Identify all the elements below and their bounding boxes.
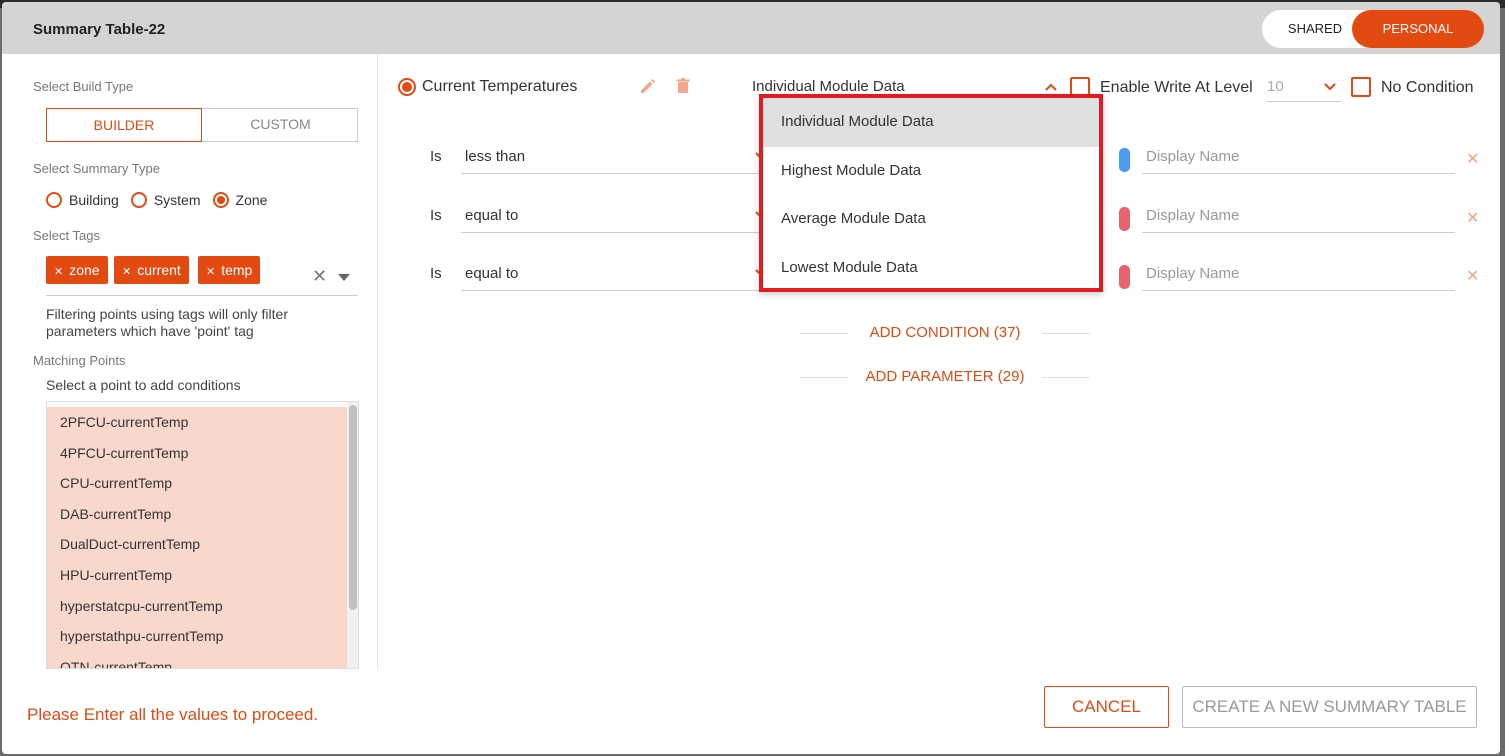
left-panel: Select Build Type BUILDER CUSTOM Select …: [2, 54, 378, 669]
matching-points-hint: Select a point to add conditions: [46, 377, 241, 393]
list-item[interactable]: OTN-currentTemp: [47, 652, 347, 668]
summary-type-radios: Building System Zone: [46, 192, 279, 208]
scrollbar[interactable]: [347, 402, 358, 668]
delete-condition-icon[interactable]: ✕: [1466, 266, 1479, 286]
no-condition-checkbox[interactable]: [1351, 77, 1371, 97]
condition-operator-select[interactable]: equal to: [461, 207, 767, 233]
add-condition-button[interactable]: ADD CONDITION (37): [800, 324, 1090, 341]
enable-write-label: Enable Write At Level: [1100, 79, 1253, 96]
scope-toggle: SHARED PERSONAL: [1262, 10, 1484, 48]
display-name-input[interactable]: Display Name: [1142, 148, 1455, 174]
personal-toggle-button[interactable]: PERSONAL: [1352, 10, 1484, 48]
pencil-icon[interactable]: [638, 76, 658, 101]
radio-building[interactable]: Building: [46, 192, 119, 208]
build-type-label: Select Build Type: [33, 79, 134, 94]
add-parameter-row: ADD PARAMETER (29): [800, 367, 1090, 387]
cancel-button[interactable]: CANCEL: [1044, 686, 1169, 728]
list-item[interactable]: 4PFCU-currentTemp: [47, 438, 347, 469]
condition-operator-value: equal to: [465, 265, 519, 282]
validation-error-message: Please Enter all the values to proceed.: [27, 705, 319, 724]
chevron-down-icon[interactable]: [1323, 80, 1337, 97]
write-level-value: 10: [1267, 78, 1284, 95]
radio-label: Building: [69, 192, 119, 208]
module-data-value: Individual Module Data: [752, 78, 905, 95]
build-type-toggle: BUILDER CUSTOM: [46, 108, 358, 142]
delete-condition-icon[interactable]: ✕: [1466, 149, 1479, 169]
condition-color-swatch[interactable]: [1119, 207, 1130, 231]
condition-row: Is equal to Display Name ✕: [2, 265, 1500, 305]
list-item[interactable]: hyperstathpu-currentTemp: [47, 621, 347, 652]
list-item[interactable]: HPU-currentTemp: [47, 560, 347, 591]
write-level-select[interactable]: 10: [1267, 78, 1341, 102]
display-name-input[interactable]: Display Name: [1142, 207, 1455, 233]
summary-table-dialog: Summary Table-22 SHARED PERSONAL Select …: [2, 2, 1500, 754]
condition-is-label: Is: [430, 265, 442, 282]
condition-color-swatch[interactable]: [1119, 148, 1130, 172]
custom-button[interactable]: CUSTOM: [203, 108, 358, 142]
condition-color-swatch[interactable]: [1119, 265, 1130, 289]
tag-filter-note: Filtering points using tags will only fi…: [46, 306, 288, 339]
shared-toggle-button[interactable]: SHARED: [1276, 10, 1354, 48]
add-condition-row: ADD CONDITION (37): [800, 323, 1090, 343]
condition-operator-value: less than: [465, 148, 526, 165]
dropdown-option-individual[interactable]: Individual Module Data: [763, 98, 1099, 147]
radio-zone[interactable]: Zone: [212, 192, 268, 208]
condition-row: Is less than Display Name ✕: [2, 148, 1500, 188]
module-data-dropdown: Individual Module Data Highest Module Da…: [759, 94, 1103, 292]
condition-operator-select[interactable]: less than: [461, 148, 767, 174]
list-item[interactable]: 2PFCU-currentTemp: [47, 407, 347, 438]
list-item[interactable]: hyperstatcpu-currentTemp: [47, 591, 347, 622]
radio-label: Zone: [235, 192, 268, 208]
dropdown-option-highest[interactable]: Highest Module Data: [763, 147, 1099, 196]
points-list-items: 2PFCU-currentTemp 4PFCU-currentTemp CPU-cu…: [47, 407, 347, 668]
no-condition-label: No Condition: [1381, 79, 1474, 96]
matching-points-label: Matching Points: [33, 353, 126, 368]
condition-operator-select[interactable]: equal to: [461, 265, 767, 291]
condition-row: Is equal to Display Name ✕: [2, 207, 1500, 247]
radio-label: System: [153, 192, 201, 208]
radio-circle-icon[interactable]: [46, 192, 62, 208]
dropdown-option-average[interactable]: Average Module Data: [763, 195, 1099, 244]
list-item[interactable]: DAB-currentTemp: [47, 499, 347, 530]
condition-is-label: Is: [430, 207, 442, 224]
builder-button[interactable]: BUILDER: [46, 108, 202, 142]
parameter-name: Current Temperatures: [422, 78, 578, 95]
list-item[interactable]: DualDuct-currentTemp: [47, 529, 347, 560]
dropdown-option-lowest[interactable]: Lowest Module Data: [763, 244, 1099, 293]
parameter-radio-selected-icon[interactable]: [398, 78, 416, 96]
radio-selected-icon[interactable]: [212, 192, 229, 208]
dialog-title: Summary Table-22: [33, 21, 166, 38]
delete-condition-icon[interactable]: ✕: [1466, 208, 1479, 228]
list-item[interactable]: CPU-currentTemp: [47, 468, 347, 499]
scrollbar-thumb[interactable]: [349, 405, 357, 610]
add-parameter-button[interactable]: ADD PARAMETER (29): [800, 368, 1090, 385]
dialog-header: Summary Table-22 SHARED PERSONAL: [2, 2, 1500, 54]
display-name-input[interactable]: Display Name: [1142, 265, 1455, 291]
trash-icon[interactable]: [673, 76, 693, 101]
condition-is-label: Is: [430, 148, 442, 165]
create-summary-table-button[interactable]: CREATE A NEW SUMMARY TABLE: [1182, 686, 1477, 728]
radio-circle-icon[interactable]: [130, 192, 147, 208]
condition-operator-value: equal to: [465, 207, 519, 224]
matching-points-list[interactable]: 2PFCU-currentTemp 4PFCU-currentTemp CPU-cu…: [46, 401, 359, 669]
radio-system[interactable]: System: [130, 192, 201, 208]
